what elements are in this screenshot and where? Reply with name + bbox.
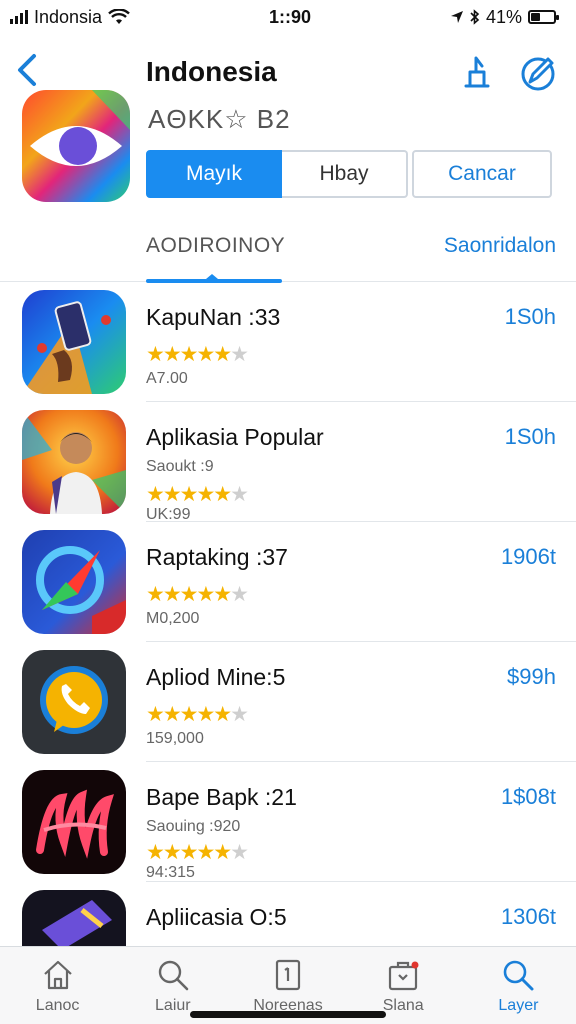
rating-stars: ★★★★★★	[146, 483, 249, 506]
battery-icon	[528, 10, 559, 24]
app-meta: M0,200	[146, 610, 200, 627]
clock: 1::90	[269, 6, 312, 27]
app-thumbnail-icon	[22, 770, 126, 874]
search-active-icon	[504, 960, 534, 991]
status-bar: Indonsia 1::90 41%	[0, 0, 576, 34]
rating-stars: ★★★★★★	[146, 343, 249, 366]
tab-label: Lanoc	[35, 997, 80, 1014]
app-list: KapuNan :33 ★★★★★★ A7.00 1S0h Aplikasia …	[0, 282, 576, 1002]
app-subtitle: Saouing :920	[146, 818, 241, 835]
tab-label: Slana	[382, 997, 424, 1014]
bag-icon	[389, 961, 419, 991]
list-item[interactable]: Raptaking :37 ★★★★★★ M0,200 1906t	[22, 522, 576, 642]
app-name: Raptaking :37	[146, 544, 288, 570]
app-thumbnail-icon	[22, 410, 126, 514]
battery-percent: 41%	[485, 6, 522, 27]
app-meta: 159,000	[146, 730, 204, 747]
list-item[interactable]: Apliod Mine:5 ★★★★★★ 159,000 $99h	[22, 642, 576, 762]
list-item[interactable]: Bape Bapk :21 Saouing :920 ★★★★★★ 94:315…	[22, 762, 576, 882]
cancel-button[interactable]: Cancar	[412, 150, 552, 198]
app-thumbnail-icon	[22, 530, 126, 634]
app-meta: 94:315	[146, 864, 195, 881]
app-thumbnail-icon	[22, 290, 126, 394]
rating-summary: AΘΚΚ☆ B2	[148, 104, 291, 134]
app-price[interactable]: 1$08t	[501, 784, 556, 810]
wifi-icon	[108, 9, 130, 24]
rating-stars: ★★★★★★	[146, 703, 249, 726]
app-price[interactable]: $99h	[507, 664, 556, 690]
page-title: Indonesia	[146, 56, 277, 87]
segment-option-2[interactable]: Hbay	[282, 150, 408, 198]
bluetooth-icon	[470, 9, 480, 25]
share-icon[interactable]	[456, 52, 496, 92]
segment-option-1[interactable]: Mayık	[146, 150, 282, 198]
tab-label: Laiur	[155, 997, 191, 1014]
app-subtitle: Saoukt :9	[146, 458, 214, 475]
list-item[interactable]: Aplikasia Popular Saoukt :9 ★★★★★★ UK:99…	[22, 402, 576, 523]
tab-layer[interactable]: Layer	[461, 947, 576, 1024]
app-price[interactable]: 1906t	[501, 544, 556, 570]
rating-stars: ★★★★★★	[146, 583, 249, 606]
signal-icon	[10, 10, 28, 24]
list-item[interactable]: KapuNan :33 ★★★★★★ A7.00 1S0h	[22, 282, 576, 402]
home-indicator[interactable]	[190, 1011, 386, 1018]
home-icon	[43, 960, 72, 990]
section-tabs: AODIROINOY Saonridalon	[0, 222, 576, 283]
location-icon	[450, 11, 463, 23]
app-meta: A7.00	[146, 370, 188, 387]
app-name: Aplikasia Popular	[146, 424, 324, 450]
edit-icon[interactable]	[518, 52, 558, 92]
app-icon	[22, 90, 130, 202]
back-chevron-icon[interactable]	[12, 50, 42, 90]
tab-left[interactable]: AODIROINOY	[146, 234, 285, 258]
tab-label: Layer	[498, 997, 539, 1014]
app-name: KapuNan :33	[146, 304, 281, 330]
app-thumbnail-icon	[22, 650, 126, 754]
carrier-label: Indonsia	[34, 6, 103, 27]
app-price[interactable]: 1306t	[501, 904, 556, 930]
app-price[interactable]: 1S0h	[505, 304, 556, 330]
segmented-control: Mayık Hbay Cancar	[146, 150, 552, 198]
updates-icon	[275, 959, 301, 991]
app-name: Apliod Mine:5	[146, 664, 286, 690]
app-name: Bape Bapk :21	[146, 784, 297, 810]
search-icon	[158, 960, 189, 991]
rating-stars: ★★★★★★	[146, 841, 249, 864]
tab-home[interactable]: Lanoc	[0, 947, 115, 1024]
app-price[interactable]: 1S0h	[505, 424, 556, 450]
app-name: Apliicasia O:5	[146, 904, 287, 930]
tab-right[interactable]: Saonridalon	[444, 234, 556, 258]
